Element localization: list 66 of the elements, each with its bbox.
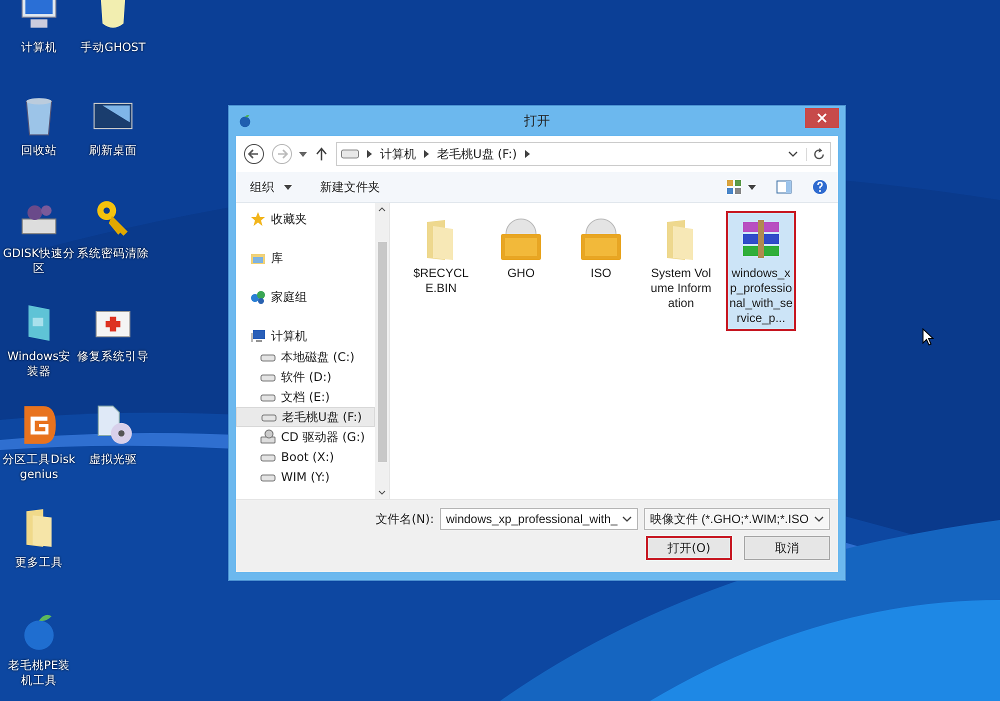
cd-drive-icon xyxy=(260,429,276,445)
computer-icon xyxy=(250,328,266,344)
desktop-icon-label: GDISK快速分区 xyxy=(2,246,76,276)
peach-icon xyxy=(238,114,252,128)
desktop-icon-label: 老毛桃PE装机工具 xyxy=(6,658,72,688)
drive-icon xyxy=(341,149,359,159)
close-button[interactable] xyxy=(805,108,839,128)
dropdown-icon[interactable] xyxy=(788,151,798,157)
chevron-icon xyxy=(367,150,372,158)
homegroup-icon xyxy=(250,289,266,305)
nav-item[interactable]: 文档 (E:) xyxy=(236,387,375,407)
back-icon[interactable] xyxy=(243,143,265,165)
file-item[interactable]: System Volume Information xyxy=(646,211,716,316)
view-options-icon[interactable] xyxy=(726,179,742,195)
cancel-button[interactable]: 取消 xyxy=(744,536,830,560)
preview-pane-icon[interactable] xyxy=(776,179,792,195)
file-item[interactable]: $RECYCLE.BIN xyxy=(406,211,476,301)
desktop-icon-label: 虚拟光驱 xyxy=(88,452,138,467)
close-icon xyxy=(817,113,827,123)
breadcrumb[interactable]: 计算机 xyxy=(380,146,416,162)
address-bar[interactable]: 计算机 老毛桃U盘 (F:) xyxy=(336,142,831,166)
file-item[interactable]: ISO xyxy=(566,211,636,286)
desktop-icon-label: 刷新桌面 xyxy=(88,143,138,158)
file-item[interactable]: windows_xp_professional_with_service_p... xyxy=(726,211,796,331)
nav-item[interactable]: WIM (Y:) xyxy=(236,467,375,487)
scroll-up-icon[interactable] xyxy=(378,207,386,212)
desktop-icon-label: Windows安装器 xyxy=(6,349,72,379)
nav-item[interactable]: 本地磁盘 (C:) xyxy=(236,347,375,367)
nav-item[interactable]: 库 xyxy=(236,248,375,268)
nav-item[interactable]: CD 驱动器 (G:) xyxy=(236,427,375,447)
file-name-label: 文件名(N): xyxy=(376,510,434,528)
scrollbar[interactable] xyxy=(375,203,389,499)
dropdown-icon[interactable] xyxy=(284,184,292,190)
chevron-icon xyxy=(524,150,530,158)
up-arrow-icon[interactable] xyxy=(316,147,327,161)
breadcrumb[interactable]: 老毛桃U盘 (F:) xyxy=(437,146,517,162)
desktop-icon-label: 手动GHOST xyxy=(80,40,146,55)
scroll-down-icon[interactable] xyxy=(378,490,386,495)
file-name-field[interactable]: windows_xp_professional_with_ xyxy=(440,508,638,530)
desktop-icon-label: 回收站 xyxy=(20,143,58,158)
desktop-icon-label: 修复系统引导 xyxy=(76,349,150,364)
window-title: 打开 xyxy=(523,113,551,130)
dropdown-icon xyxy=(814,516,824,522)
desktop-icon-label: 计算机 xyxy=(20,40,58,55)
chevron-icon xyxy=(424,150,429,158)
desktop-icon-label: 更多工具 xyxy=(14,555,64,570)
file-type-dropdown[interactable]: 映像文件 (*.GHO;*.WIM;*.ISO xyxy=(644,508,830,530)
file-item[interactable]: GHO xyxy=(486,211,556,286)
desktop-icon-label: 分区工具Diskgenius xyxy=(2,452,76,482)
nav-item[interactable]: 老毛桃U盘 (F:) xyxy=(236,407,375,427)
open-button[interactable]: 打开(O) xyxy=(646,536,732,560)
nav-item[interactable]: 计算机 xyxy=(236,326,375,346)
dropdown-icon xyxy=(622,516,632,522)
nav-item[interactable]: 家庭组 xyxy=(236,287,375,307)
organize-button[interactable]: 组织 xyxy=(246,176,278,198)
nav-item[interactable]: 收藏夹 xyxy=(236,209,375,229)
help-icon[interactable] xyxy=(812,179,828,195)
new-folder-button[interactable]: 新建文件夹 xyxy=(316,176,384,198)
desktop-icon-label: 系统密码清除 xyxy=(76,246,150,261)
dropdown-icon[interactable] xyxy=(748,184,756,190)
mouse-cursor-icon xyxy=(922,328,934,346)
nav-item[interactable]: 软件 (D:) xyxy=(236,367,375,387)
dropdown-icon[interactable] xyxy=(299,152,307,156)
refresh-icon[interactable] xyxy=(806,148,826,160)
nav-item[interactable]: Boot (X:) xyxy=(236,447,375,467)
star-icon xyxy=(250,211,266,227)
